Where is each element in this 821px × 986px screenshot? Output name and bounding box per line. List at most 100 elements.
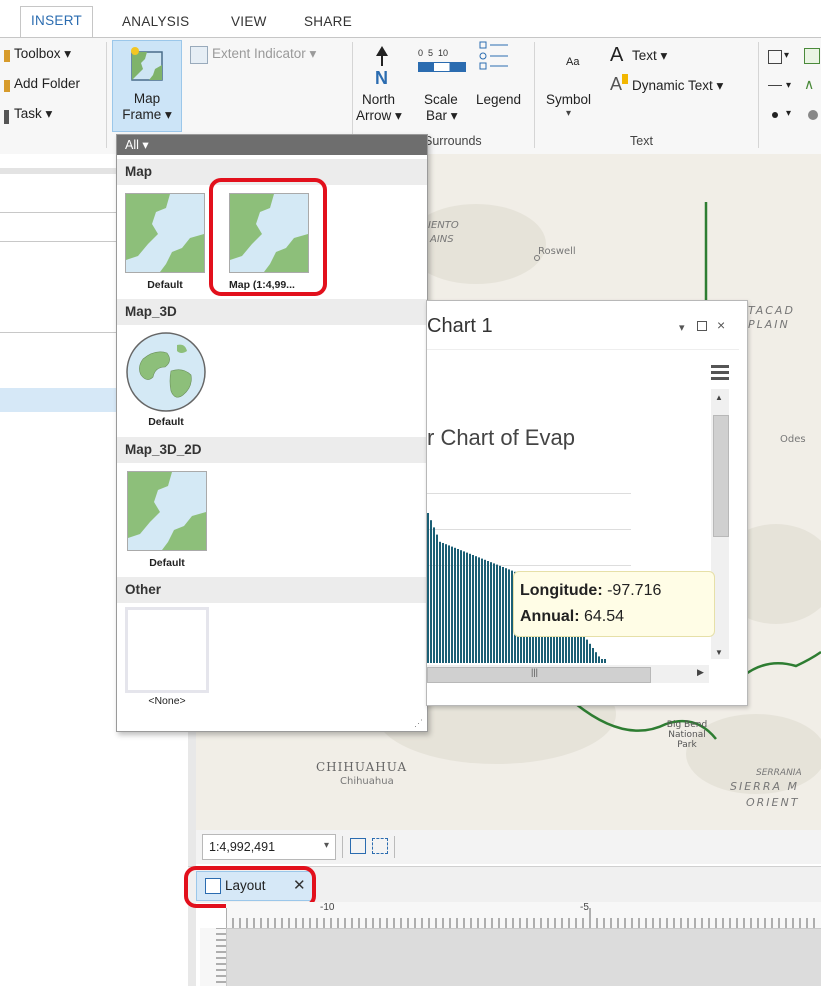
- scroll-up-icon[interactable]: ▲: [715, 393, 723, 402]
- chart-bar: [457, 549, 459, 663]
- scroll-right-icon[interactable]: ▶: [697, 667, 704, 678]
- group-label-text: Text: [630, 134, 653, 148]
- vertical-ruler: [200, 928, 227, 986]
- map-label-orient: ORIENT: [746, 796, 800, 809]
- map-label-chihuahua-state: CHIHUAHUA: [316, 760, 408, 774]
- map-thumbnail-icon: [127, 471, 207, 551]
- selected-map-item[interactable]: [0, 388, 116, 412]
- scale-bar-label-1[interactable]: Scale: [424, 92, 458, 107]
- chart-window-title: Chart 1: [427, 315, 493, 337]
- scale-bar-numbers: 0 5 10: [418, 48, 449, 58]
- map-label-sierra: SIERRA M: [730, 780, 799, 793]
- chart-bar: [583, 635, 585, 663]
- rectangle-dropdown[interactable]: ▾: [784, 50, 789, 61]
- chart-bar: [433, 527, 435, 663]
- gallery-filter[interactable]: All ▾: [117, 135, 427, 155]
- chart-bar: [493, 563, 495, 663]
- search-input[interactable]: [0, 212, 119, 242]
- chart-bar: [496, 564, 498, 663]
- scale-bar-label-2[interactable]: Bar ▾: [426, 108, 458, 124]
- map-scale-value: 1:4,992,491: [209, 840, 276, 854]
- toolbar-separator: [394, 836, 395, 858]
- extent-indicator-icon: [190, 46, 208, 64]
- north-arrow-label-1[interactable]: North: [362, 92, 395, 107]
- toolbox-icon: [4, 50, 10, 62]
- tab-share[interactable]: SHARE: [304, 8, 352, 38]
- chart-bar: [598, 656, 600, 663]
- map-label-odes: Odes: [780, 434, 806, 445]
- chart-bar: [436, 534, 438, 663]
- chevron-down-icon[interactable]: ▾: [679, 321, 685, 334]
- city-marker: [534, 255, 540, 261]
- symbol-button[interactable]: Symbol: [546, 92, 591, 107]
- chart-bar: [601, 659, 603, 663]
- toolbox-button[interactable]: Toolbox ▾: [14, 46, 71, 62]
- tooltip-label-annual: Annual:: [520, 608, 580, 625]
- chart-window: Chart 1 ▾ × r Chart of Evap ▲ ▼ ||| ▶: [426, 300, 748, 706]
- map-frame-button[interactable]: Map Frame ▾: [112, 40, 182, 132]
- scale-bar-icon: [418, 62, 466, 72]
- chart-bar: [589, 643, 591, 663]
- curve-icon[interactable]: ∧: [804, 76, 814, 93]
- tab-insert[interactable]: INSERT: [20, 6, 94, 37]
- ribbon-separator: [106, 42, 107, 148]
- gallery-item-none[interactable]: <None>: [125, 607, 209, 707]
- point-dropdown[interactable]: ▾: [786, 108, 791, 119]
- layout-canvas[interactable]: [227, 929, 821, 986]
- map-label-big-bend: Big Bend National Park: [666, 720, 708, 750]
- chart-bar: [505, 568, 507, 663]
- polygon-icon[interactable]: [804, 48, 820, 64]
- grid-icon[interactable]: [350, 838, 366, 854]
- gallery-caption: Default: [147, 279, 183, 291]
- horizontal-scrollbar[interactable]: ||| ▶: [427, 665, 709, 683]
- chart-bar: [469, 553, 471, 663]
- maximize-icon[interactable]: [697, 321, 707, 331]
- map-label-plain: PLAIN: [748, 318, 790, 331]
- chart-bar: [475, 556, 477, 663]
- symbol-dropdown[interactable]: ▾: [566, 108, 571, 119]
- chart-bar: [490, 562, 492, 663]
- chart-bar: [484, 559, 486, 663]
- ruler-label-minus5: -5: [580, 902, 589, 913]
- point-icon[interactable]: [772, 112, 778, 118]
- gallery-item-map3d2d-default[interactable]: Default: [127, 471, 207, 569]
- gallery-item-map3d-default[interactable]: Default: [125, 331, 207, 428]
- map-thumbnail-icon: [125, 193, 205, 273]
- chart-bar: [445, 544, 447, 663]
- chart-bar: [451, 546, 453, 663]
- gallery-item-map-default[interactable]: Default: [125, 193, 205, 291]
- task-button[interactable]: Task ▾: [14, 106, 52, 122]
- rectangle-icon[interactable]: [768, 50, 782, 64]
- tooltip-line-1: Longitude: -97.716: [520, 582, 661, 600]
- resize-grip-icon[interactable]: ⋰: [414, 718, 423, 729]
- scroll-thumb-h[interactable]: [427, 667, 651, 683]
- add-folder-button[interactable]: Add Folder: [14, 76, 80, 91]
- tab-view[interactable]: VIEW: [231, 8, 267, 38]
- symbol-icon: Aa: [566, 56, 580, 68]
- chart-title: r Chart of Evap: [427, 425, 575, 450]
- dynamic-text-button[interactable]: Dynamic Text ▾: [632, 78, 723, 94]
- scroll-thumb[interactable]: [713, 415, 729, 537]
- snapping-icon[interactable]: [372, 838, 388, 854]
- map-scale-combo[interactable]: 1:4,992,491 ▾: [202, 834, 336, 860]
- extent-indicator-button[interactable]: Extent Indicator ▾: [212, 46, 316, 62]
- chart-bar: [508, 569, 510, 663]
- empty-thumbnail: [125, 607, 209, 693]
- line-icon[interactable]: [768, 85, 782, 86]
- text-button[interactable]: Text ▾: [632, 48, 667, 64]
- hamburger-menu-icon[interactable]: [711, 365, 729, 380]
- chart-bar: [592, 648, 594, 663]
- dynamic-text-bolt-icon: [622, 74, 628, 84]
- scroll-down-icon[interactable]: ▼: [715, 648, 723, 657]
- tab-analysis[interactable]: ANALYSIS: [122, 8, 189, 38]
- gallery-section-map-3d-2d: Map_3D_2D: [117, 437, 427, 463]
- tooltip-value-longitude: -97.716: [607, 582, 662, 599]
- line-dropdown[interactable]: ▾: [786, 80, 791, 91]
- legend-button[interactable]: Legend: [476, 92, 521, 107]
- chart-bar: [454, 547, 456, 663]
- close-icon[interactable]: ×: [717, 317, 725, 333]
- circle-icon[interactable]: [808, 110, 818, 120]
- add-folder-icon: [4, 80, 10, 92]
- north-arrow-label-2[interactable]: Arrow ▾: [356, 108, 402, 124]
- chart-bar: [460, 550, 462, 663]
